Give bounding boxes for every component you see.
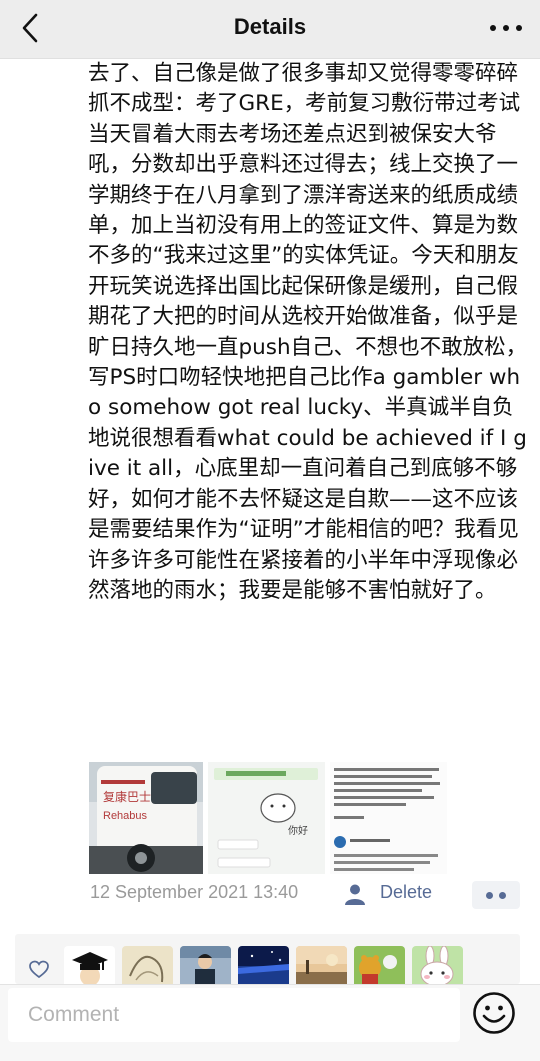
chat-greeting-text: 你好 bbox=[288, 826, 308, 837]
bunny-avatar[interactable] bbox=[412, 946, 463, 984]
top-nav-bar: Details bbox=[0, 0, 540, 59]
bus-sign-chinese: 复康巴士 bbox=[103, 790, 152, 804]
person-avatar[interactable] bbox=[180, 946, 231, 984]
bus-sign-english: Rehabus bbox=[103, 810, 148, 822]
heart-outline-icon bbox=[29, 960, 49, 979]
graduate-avatar[interactable] bbox=[64, 946, 115, 984]
comment-bar bbox=[0, 984, 540, 1061]
chat-screenshot bbox=[208, 762, 325, 874]
pooh-avatar[interactable] bbox=[354, 946, 405, 984]
sketch-avatar[interactable] bbox=[122, 946, 173, 984]
post-text: 去了、自己像是做了很多事却又觉得零零碎碎抓不成型：考了GRE，考前复习敷衍带过考… bbox=[88, 61, 528, 603]
post-timestamp: 12 September 2021 13:40 bbox=[90, 882, 299, 902]
post-image-chat[interactable]: 你好 bbox=[208, 762, 325, 874]
ellipsis-icon[interactable] bbox=[486, 14, 526, 42]
page-title: Details bbox=[233, 14, 307, 39]
delete-label[interactable]: Delete bbox=[380, 882, 432, 903]
more-dots-icon[interactable] bbox=[472, 881, 520, 909]
post-image-email[interactable] bbox=[330, 762, 447, 874]
likes-panel bbox=[15, 934, 520, 984]
post-image-bus[interactable]: 复康巴士 Rehabus bbox=[89, 762, 203, 874]
comment-input[interactable] bbox=[8, 988, 460, 1042]
person-icon bbox=[345, 884, 365, 905]
night-sky-avatar[interactable] bbox=[238, 946, 289, 984]
email-screenshot bbox=[330, 762, 447, 874]
smiley-icon[interactable] bbox=[472, 991, 516, 1035]
sunset-avatar[interactable] bbox=[296, 946, 347, 984]
